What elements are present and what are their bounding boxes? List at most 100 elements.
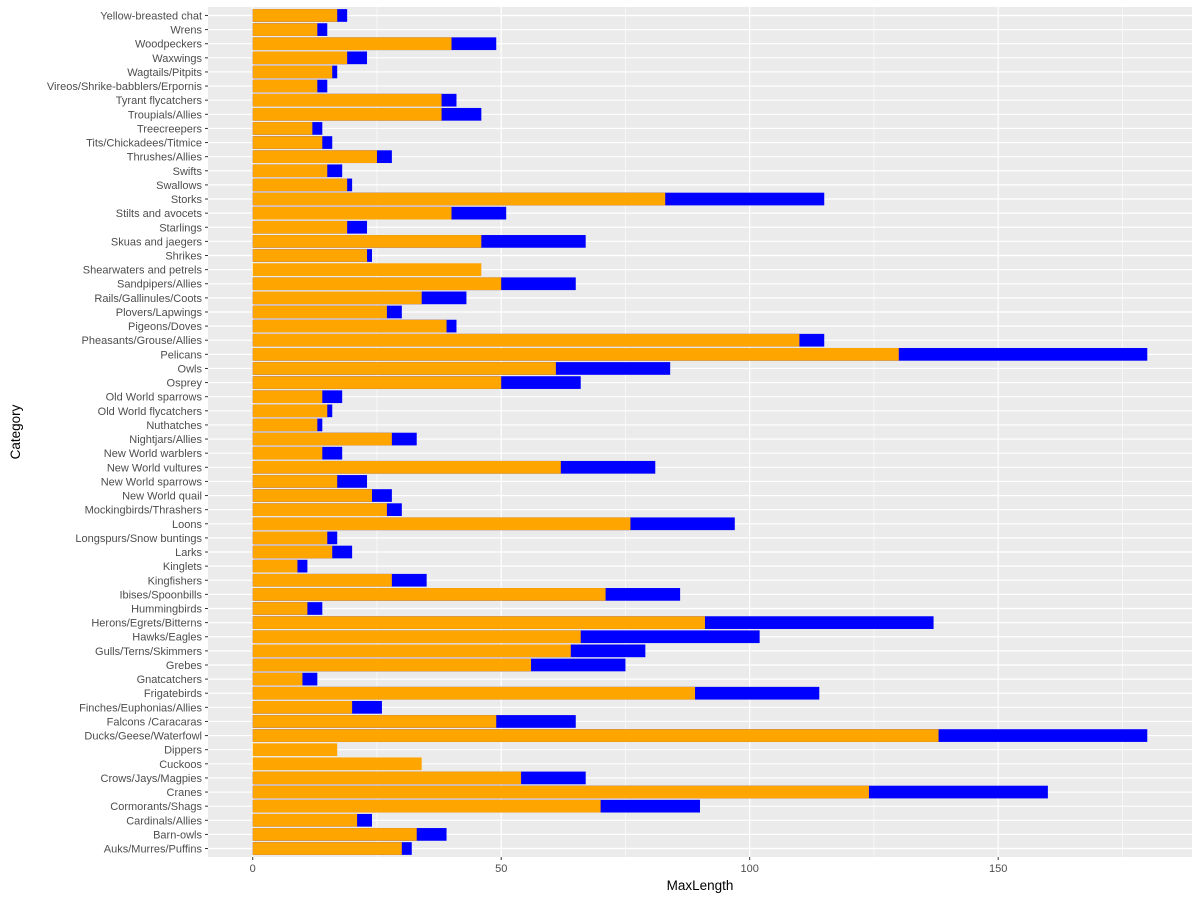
x-axis-title: MaxLength <box>667 878 734 893</box>
y-axis: Auks/Murres/Puffins Barn-owls Cardinals/Al… <box>47 10 208 856</box>
bar-min-segment <box>252 828 417 841</box>
y-tick-label: Plovers/Lapwings <box>116 307 203 319</box>
y-tick-label: Old World sparrows <box>106 392 203 404</box>
y-tick-label: Ibises/Spoonbills <box>119 589 202 601</box>
bar-min-segment <box>252 757 422 771</box>
y-tick-label: Kingfishers <box>148 575 203 587</box>
y-tick-label: Larks <box>175 547 202 559</box>
y-tick-label: Longspurs/Snow buntings <box>75 533 202 545</box>
bar-min-segment <box>252 489 372 502</box>
bar-min-segment <box>252 588 606 601</box>
bar-min-segment <box>252 842 402 855</box>
x-tick-label: 50 <box>495 863 507 875</box>
bar-min-segment <box>252 658 532 672</box>
y-tick-label: Sandpipers/Allies <box>117 279 202 291</box>
y-tick-label: Rails/Gallinules/Coots <box>94 293 202 305</box>
bar-min-segment <box>252 178 348 192</box>
y-axis-title: Category <box>8 404 23 459</box>
bar-min-segment <box>252 686 696 700</box>
y-tick-label: Hawks/Eagles <box>132 632 202 644</box>
y-tick-label: Shrikes <box>165 251 202 263</box>
bar-min-segment <box>252 545 333 559</box>
y-tick-label: Storks <box>171 194 203 206</box>
y-tick-label: Stilts and avocets <box>116 208 203 220</box>
bar-min-segment <box>252 644 571 658</box>
y-tick-label: Finches/Euphonias/Allies <box>79 702 202 714</box>
bar-min-segment <box>252 630 581 644</box>
bar-min-segment <box>252 376 502 389</box>
y-tick-label: Dippers <box>164 745 202 757</box>
y-tick-label: Treecreepers <box>137 123 203 135</box>
bar-min-segment <box>252 517 631 531</box>
y-tick-label: Pigeons/Doves <box>128 321 202 333</box>
bar-min-segment <box>252 799 601 813</box>
bar-min-segment <box>252 743 338 757</box>
bar-chart: Auks/Murres/Puffins Barn-owls Cardinals/Al… <box>8 7 1192 893</box>
bar-min-segment <box>252 305 387 319</box>
bar-min-segment <box>252 192 666 206</box>
bar-min-segment <box>252 263 482 276</box>
y-tick-label: Pelicans <box>160 349 202 361</box>
bar-min-segment <box>252 390 323 404</box>
y-tick-label: Old World flycatchers <box>98 406 203 418</box>
bar-min-segment <box>252 37 452 51</box>
y-tick-label: Troupials/Allies <box>128 109 203 121</box>
bar-min-segment <box>252 249 368 262</box>
bar-min-segment <box>252 291 422 305</box>
y-tick-label: Falcons /Caracaras <box>107 716 203 728</box>
bar-min-segment <box>252 446 323 460</box>
x-axis: 0 50 100 150 <box>250 857 1007 875</box>
y-tick-label: Swallows <box>156 180 202 192</box>
y-tick-label: Cranes <box>167 787 203 799</box>
bar-min-segment <box>252 206 452 220</box>
bar-min-segment <box>252 700 353 714</box>
y-tick-label: Swifts <box>173 166 203 178</box>
y-tick-label: Kinglets <box>163 561 203 573</box>
y-tick-label: Skuas and jaegers <box>111 236 203 248</box>
bar-min-segment <box>252 23 318 36</box>
y-tick-label: Osprey <box>167 378 203 390</box>
y-tick-label: Cormorants/Shags <box>110 801 202 813</box>
bar-min-segment <box>252 616 705 629</box>
bar-min-segment <box>252 785 869 799</box>
bar-min-segment <box>252 347 899 361</box>
bar-min-segment <box>252 729 939 742</box>
bar-min-segment <box>252 559 298 573</box>
bar-min-segment <box>252 531 328 545</box>
y-tick-label: Grebes <box>166 660 203 672</box>
bar-min-segment <box>252 93 442 107</box>
y-tick-label: Shearwaters and petrels <box>83 265 203 277</box>
bar-min-segment <box>252 573 392 587</box>
y-tick-label: Herons/Egrets/Bitterns <box>91 618 202 630</box>
bar-min-segment <box>252 51 348 65</box>
bar-min-segment <box>252 715 497 728</box>
bar-min-segment <box>252 404 328 418</box>
y-tick-label: Starlings <box>159 222 202 234</box>
y-tick-label: Vireos/Shrike-babblers/Erpornis <box>47 81 203 93</box>
x-tick-label: 100 <box>741 863 759 875</box>
bar-min-segment <box>252 813 358 827</box>
y-tick-label: Tits/Chickadees/Titmice <box>86 138 202 150</box>
y-tick-label: Yellow-breasted chat <box>100 10 202 22</box>
bar-min-segment <box>252 771 522 785</box>
y-tick-label: Wagtails/Pitpits <box>127 67 202 79</box>
bar-min-segment <box>252 475 338 488</box>
y-tick-label: Gnatcatchers <box>137 674 203 686</box>
bar-min-segment <box>252 235 482 248</box>
y-tick-label: New World vultures <box>107 462 203 474</box>
y-tick-label: New World quail <box>122 491 202 503</box>
bar-min-segment <box>252 319 447 333</box>
bar-min-segment <box>252 164 328 178</box>
bar-min-segment <box>252 65 333 79</box>
bar-min-segment <box>252 602 308 615</box>
y-tick-label: Ducks/Geese/Waterfowl <box>84 731 202 743</box>
x-tick-label: 0 <box>250 863 256 875</box>
y-tick-label: Frigatebirds <box>144 688 203 700</box>
bar-min-segment <box>252 9 338 22</box>
bar-min-segment <box>252 432 392 446</box>
y-tick-label: Mockingbirds/Thrashers <box>85 505 203 517</box>
y-tick-label: Wrens <box>170 25 202 37</box>
y-tick-label: Cuckoos <box>159 759 202 771</box>
bar-min-segment <box>252 277 502 291</box>
y-tick-label: Woodpeckers <box>135 39 203 51</box>
